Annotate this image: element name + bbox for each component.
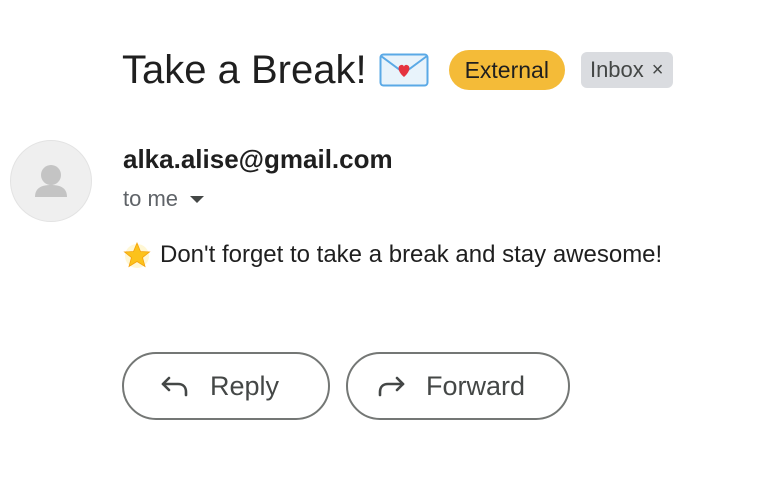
avatar[interactable] bbox=[10, 140, 92, 222]
reply-arrow-icon bbox=[161, 376, 188, 397]
love-letter-envelope-icon bbox=[379, 53, 429, 87]
person-icon bbox=[35, 165, 67, 197]
recipient-text: to me bbox=[123, 186, 179, 211]
email-subject: Take a Break! bbox=[122, 48, 367, 92]
glowing-star-icon bbox=[123, 241, 151, 268]
inbox-label-text: Inbox bbox=[589, 57, 644, 82]
email-body: Don't forget to take a break and stay aw… bbox=[122, 240, 662, 270]
reply-button[interactable]: Reply bbox=[122, 352, 330, 420]
sender-email[interactable]: alka.alise@gmail.com bbox=[123, 144, 393, 175]
inbox-label-chip: Inbox × bbox=[580, 52, 674, 88]
email-header: Take a Break! External Inbox × bbox=[122, 42, 674, 98]
external-label-badge: External bbox=[448, 50, 565, 90]
forward-button[interactable]: Forward bbox=[346, 352, 570, 420]
forward-button-label: Forward bbox=[426, 370, 526, 401]
show-details-caret-icon[interactable] bbox=[190, 195, 205, 203]
recipient-row: to me bbox=[123, 186, 205, 212]
remove-label-icon[interactable]: × bbox=[652, 57, 664, 83]
forward-arrow-icon bbox=[378, 376, 405, 397]
reply-button-label: Reply bbox=[210, 370, 280, 401]
email-body-text: Don't forget to take a break and stay aw… bbox=[160, 241, 663, 268]
